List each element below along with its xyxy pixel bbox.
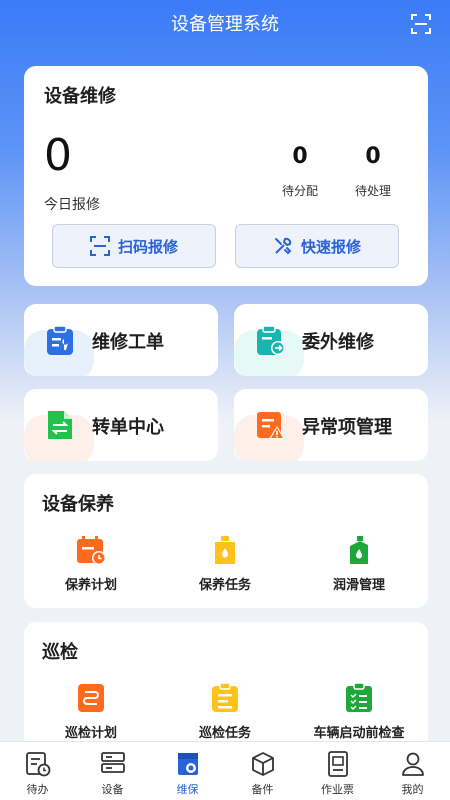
pending-assign-label[interactable]: 待分配 [265,182,335,199]
document-warning-icon [257,412,285,439]
lubrication-management[interactable]: 润滑管理 [292,534,426,593]
calendar-clock-icon [77,536,106,565]
maintenance-plan-label: 保养计划 [64,578,117,593]
inspection-plan-label: 巡检计划 [64,726,117,741]
tile-label: 异常项管理 [302,417,392,438]
document-transfer-icon [48,411,72,439]
maintenance-card: 设备保养 保养计划 保养任务 润滑管理 [24,474,428,608]
nav-item-spare-parts[interactable]: 备件 [225,742,300,800]
lubrication-label: 润滑管理 [332,578,385,593]
tools-icon [274,237,292,255]
repair-title: 设备维修 [44,86,116,107]
person-icon [401,752,424,776]
checklist-icon [346,682,372,712]
maintenance-task-label: 保养任务 [198,578,251,593]
clipboard-forward-icon [257,325,285,355]
device-server-icon [100,752,125,773]
today-repair-count: 0 [44,130,72,181]
today-repair-label: 今日报修 [44,197,100,213]
tile-exception-management[interactable]: 异常项管理 [234,389,428,461]
nav-item-work-ticket[interactable]: 作业票 [300,742,375,800]
repair-card: 设备维修 0 今日报修 0 待分配 0 待处理 扫码报修 快速报修 [24,66,428,286]
quick-repair-label: 快速报修 [300,237,361,256]
vehicle-precheck-label: 车辆启动前检查 [313,726,405,741]
tile-outsourced-repair[interactable]: 委外维修 [234,304,428,376]
pending-process-label[interactable]: 待处理 [338,182,408,199]
nav-item-devices[interactable]: 设备 [75,742,150,800]
inspection-task[interactable]: 巡检任务 [158,682,292,741]
tile-label: 委外维修 [302,332,374,353]
maintenance-icon [177,753,198,775]
tile-repair-orders[interactable]: 维修工单 [24,304,218,376]
nav-item-maintenance[interactable]: 维保 [150,742,225,800]
vehicle-precheck[interactable]: 车辆启动前检查 [292,682,426,741]
pending-process-count[interactable]: 0 [343,144,403,169]
nav-label: 作业票 [321,783,354,796]
bottom-nav: 待办 设备 维保 备件 作业票 我的 [0,741,450,800]
todo-clock-icon [25,752,50,777]
nav-item-todo[interactable]: 待办 [0,742,75,800]
task-list-icon [212,682,238,712]
pending-assign-count[interactable]: 0 [270,144,330,169]
nav-label: 维保 [176,783,199,796]
scan-repair-button[interactable]: 扫码报修 [52,224,216,268]
maintenance-task[interactable]: 保养任务 [158,534,292,593]
ticket-icon [327,751,348,777]
inspection-task-label: 巡检任务 [198,726,251,741]
app-header: 设备管理系统 [0,0,450,46]
clipboard-wrench-icon [47,325,73,355]
nav-label: 设备 [101,783,124,796]
inspection-plan[interactable]: 巡检计划 [24,682,158,741]
maintenance-plan[interactable]: 保养计划 [24,534,158,593]
scan-repair-label: 扫码报修 [117,237,178,256]
page-title: 设备管理系统 [171,14,279,35]
nav-label: 待办 [26,783,49,796]
maintenance-title: 设备保养 [42,494,114,515]
tile-label: 维修工单 [92,332,164,353]
inspection-title: 巡检 [42,642,78,663]
nav-label: 备件 [251,783,274,796]
oil-drop-icon [350,536,368,564]
route-plan-icon [78,684,104,712]
tile-label: 转单中心 [92,417,164,438]
quick-repair-button[interactable]: 快速报修 [235,224,399,268]
oil-can-icon [215,536,235,564]
scan-icon [89,236,110,256]
nav-item-profile[interactable]: 我的 [375,742,450,800]
scan-frame-icon[interactable] [410,13,432,35]
nav-label: 我的 [401,783,424,796]
tile-transfer-center[interactable]: 转单中心 [24,389,218,461]
box-icon [251,752,274,776]
